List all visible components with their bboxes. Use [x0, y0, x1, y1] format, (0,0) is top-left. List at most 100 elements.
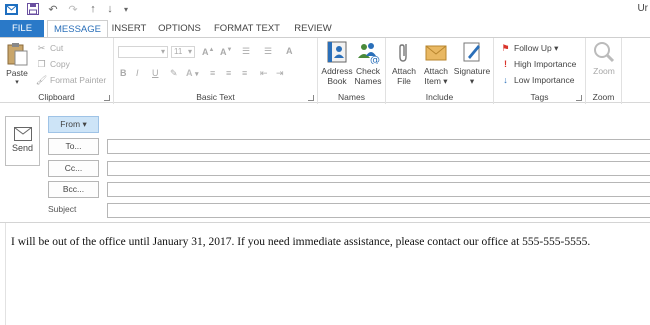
tab-format-text[interactable]: FORMAT TEXT [213, 20, 281, 38]
decrease-indent-icon[interactable]: ⇤ [260, 68, 268, 79]
bullets-icon[interactable]: ☰ [242, 46, 250, 57]
attach-item-button[interactable]: Attach Item ▾ [420, 40, 452, 86]
low-importance-label: Low Importance [514, 75, 575, 85]
send-label: Send [11, 143, 34, 153]
title-bar: ↶ ↷ ↑ ↓ ▾ Ur [0, 0, 650, 20]
ribbon: Paste ▾ ✂ Cut ❐ Copy 🖌 Format Painter Cl… [0, 37, 650, 104]
bcc-button[interactable]: Bcc... [48, 181, 99, 198]
tags-launcher-icon[interactable] [576, 95, 582, 101]
align-left-icon[interactable]: ≡ [210, 68, 215, 78]
magnifier-icon [592, 40, 616, 64]
to-field[interactable] [107, 139, 650, 154]
signature-label-1: Signature [453, 66, 491, 76]
tab-insert[interactable]: INSERT [110, 20, 148, 38]
window-title: Ur [637, 3, 648, 14]
outlook-icon [4, 2, 18, 16]
send-icon [13, 127, 32, 141]
high-importance-button[interactable]: ! High Importance [500, 58, 576, 70]
shrink-font-icon[interactable]: A▼ [220, 47, 232, 57]
send-button[interactable]: Send [5, 116, 40, 166]
down-arrow-icon[interactable]: ↓ [103, 2, 117, 16]
cut-button[interactable]: ✂ Cut [36, 42, 64, 54]
cc-field[interactable] [107, 161, 650, 176]
flag-icon: ⚑ [501, 42, 510, 53]
subject-label: Subject [48, 204, 77, 214]
copy-button[interactable]: ❐ Copy [36, 58, 70, 70]
italic-button[interactable]: I [136, 68, 139, 78]
cut-label: Cut [50, 43, 64, 53]
tab-options[interactable]: OPTIONS [157, 20, 202, 38]
increase-indent-icon[interactable]: ⇥ [276, 68, 284, 79]
paste-button[interactable]: Paste ▾ [3, 42, 31, 88]
copy-label: Copy [50, 59, 70, 69]
paste-dropdown-icon: ▾ [15, 79, 19, 86]
subject-field[interactable] [107, 203, 650, 218]
zoom-button[interactable]: Zoom [588, 40, 620, 76]
font-name-combo[interactable]: ▾ [118, 46, 168, 58]
attach-item-label-1: Attach [423, 66, 449, 76]
signature-button[interactable]: Signature ▾ [452, 40, 492, 86]
check-names-label-2: Names [354, 76, 382, 86]
paintbrush-icon: 🖌 [35, 74, 48, 85]
tab-review[interactable]: REVIEW [291, 20, 335, 38]
font-size-value: 11 [174, 47, 183, 56]
bold-button[interactable]: B [120, 68, 127, 78]
tags-group-label: Tags [530, 92, 549, 102]
bcc-field[interactable] [107, 182, 650, 197]
compose-header: Send From ▾ To... Cc... Bcc... Subject [0, 104, 650, 222]
attach-file-label-2: File [397, 76, 411, 86]
customize-qat-icon[interactable]: ▾ [119, 2, 133, 16]
font-color-dropdown-icon[interactable]: ▾ [195, 70, 199, 78]
low-importance-button[interactable]: ↓ Low Importance [500, 74, 574, 86]
zoom-group-label: Zoom [592, 92, 615, 102]
scissors-icon: ✂ [37, 42, 46, 53]
check-names-label-1: Check [355, 66, 381, 76]
address-book-icon [325, 40, 349, 64]
clipboard-launcher-icon[interactable] [104, 95, 110, 101]
paperclip-icon [392, 40, 416, 64]
copy-icon: ❐ [37, 58, 46, 69]
envelope-icon [424, 40, 448, 64]
cc-button[interactable]: Cc... [48, 160, 99, 177]
check-names-button[interactable]: @ Check Names [353, 40, 383, 86]
ribbon-tabs: FILE MESSAGE INSERT OPTIONS FORMAT TEXT … [0, 20, 650, 39]
svg-text:@: @ [370, 55, 380, 64]
address-book-label-1: Address [321, 66, 353, 76]
tab-file[interactable]: FILE [0, 20, 44, 38]
clear-formatting-icon[interactable]: A [286, 46, 293, 56]
save-icon[interactable] [26, 2, 40, 16]
numbering-icon[interactable]: ☰ [264, 46, 272, 57]
attach-file-label-1: Attach [391, 66, 417, 76]
grow-font-icon[interactable]: A▲ [202, 47, 214, 57]
font-color-button[interactable]: A [186, 68, 193, 78]
up-arrow-icon[interactable]: ↑ [86, 2, 100, 16]
follow-up-button[interactable]: ⚑ Follow Up ▾ [500, 42, 558, 54]
font-size-combo[interactable]: 11 ▾ [171, 46, 195, 58]
paste-icon [5, 42, 29, 66]
signature-icon [460, 40, 484, 64]
message-body[interactable]: I will be out of the office until Januar… [0, 223, 650, 325]
from-button[interactable]: From ▾ [48, 116, 99, 133]
attach-item-label-2: Item ▾ [424, 76, 448, 86]
address-book-button[interactable]: Address Book [321, 40, 353, 86]
redo-icon[interactable]: ↷ [66, 2, 80, 16]
basic-text-group-label: Basic Text [196, 92, 235, 102]
format-painter-button[interactable]: 🖌 Format Painter [36, 74, 106, 86]
names-group-label: Names [338, 92, 365, 102]
to-button[interactable]: To... [48, 138, 99, 155]
check-names-icon: @ [356, 40, 380, 66]
tags-group: ⚑ Follow Up ▾ ! High Importance ↓ Low Im… [494, 38, 586, 104]
undo-icon[interactable]: ↶ [46, 2, 60, 16]
down-arrow-importance-icon: ↓ [503, 75, 508, 85]
attach-file-button[interactable]: Attach File [389, 40, 419, 86]
align-center-icon[interactable]: ≡ [226, 68, 231, 78]
align-right-icon[interactable]: ≡ [242, 68, 247, 78]
highlight-icon[interactable]: ✎ [170, 68, 178, 79]
names-group: Address Book @ Check Names Names [318, 38, 386, 104]
format-painter-label: Format Painter [50, 75, 107, 85]
zoom-label: Zoom [593, 66, 615, 76]
include-group-label: Include [425, 92, 454, 102]
exclamation-icon: ! [504, 59, 507, 69]
basic-text-launcher-icon[interactable] [308, 95, 314, 101]
underline-button[interactable]: U [152, 68, 159, 78]
